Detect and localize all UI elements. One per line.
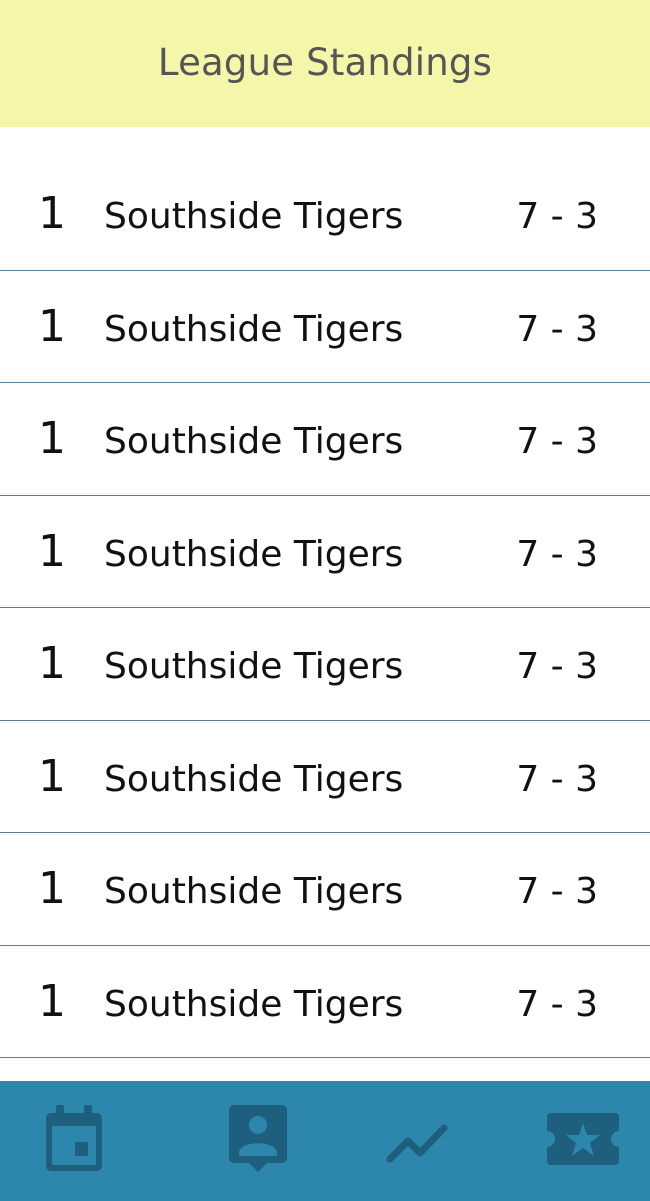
standings-row[interactable]: 1 Southside Tigers 7 - 3 <box>0 721 650 833</box>
contact-card-icon <box>229 1105 287 1172</box>
standings-row[interactable]: 1 Southside Tigers 7 - 3 <box>0 496 650 608</box>
team-name: Southside Tigers <box>104 646 404 687</box>
team-rank: 1 <box>38 300 66 352</box>
team-rank: 1 <box>38 750 66 802</box>
team-record: 7 - 3 <box>516 758 598 800</box>
team-record: 7 - 3 <box>516 308 598 350</box>
tab-stats[interactable] <box>379 1103 459 1175</box>
standings-row[interactable]: 1 Southside Tigers 7 - 3 <box>0 271 650 383</box>
team-name: Southside Tigers <box>104 421 404 462</box>
team-record: 7 - 3 <box>516 983 598 1025</box>
team-rank: 1 <box>38 863 66 914</box>
standings-row[interactable]: 1 Southside Tigers 7 - 3 <box>0 946 650 1058</box>
ticket-star-icon <box>547 1113 619 1165</box>
team-rank: 1 <box>38 188 66 239</box>
team-name: Southside Tigers <box>104 871 404 912</box>
team-rank: 1 <box>38 413 66 464</box>
team-record: 7 - 3 <box>516 871 598 912</box>
page-title: League Standings <box>157 41 493 84</box>
team-rank: 1 <box>38 638 66 689</box>
tab-tickets[interactable] <box>543 1103 623 1175</box>
trending-icon <box>386 1124 448 1163</box>
standings-row[interactable]: 1 Southside Tigers 7 - 3 <box>0 158 650 271</box>
tab-calendar[interactable] <box>35 1103 115 1175</box>
app-header: League Standings <box>0 0 650 127</box>
team-record: 7 - 3 <box>516 196 598 237</box>
team-name: Southside Tigers <box>104 308 404 350</box>
team-rank: 1 <box>38 975 66 1027</box>
team-rank: 1 <box>38 525 66 577</box>
calendar-icon <box>46 1105 102 1171</box>
standings-row[interactable]: 1 Southside Tigers 7 - 3 <box>0 383 650 496</box>
team-name: Southside Tigers <box>104 758 404 800</box>
standings-list[interactable]: 1 Southside Tigers 7 - 3 1 Southside Tig… <box>0 158 650 1080</box>
standings-row[interactable]: 1 Southside Tigers 7 - 3 <box>0 608 650 721</box>
tab-contacts[interactable] <box>218 1103 298 1175</box>
team-record: 7 - 3 <box>516 421 598 462</box>
standings-row[interactable]: 1 Southside Tigers 7 - 3 <box>0 833 650 946</box>
team-record: 7 - 3 <box>516 533 598 575</box>
team-name: Southside Tigers <box>104 533 404 575</box>
team-name: Southside Tigers <box>104 983 404 1025</box>
team-name: Southside Tigers <box>104 196 404 237</box>
team-record: 7 - 3 <box>516 646 598 687</box>
bottom-tab-bar <box>0 1081 650 1201</box>
